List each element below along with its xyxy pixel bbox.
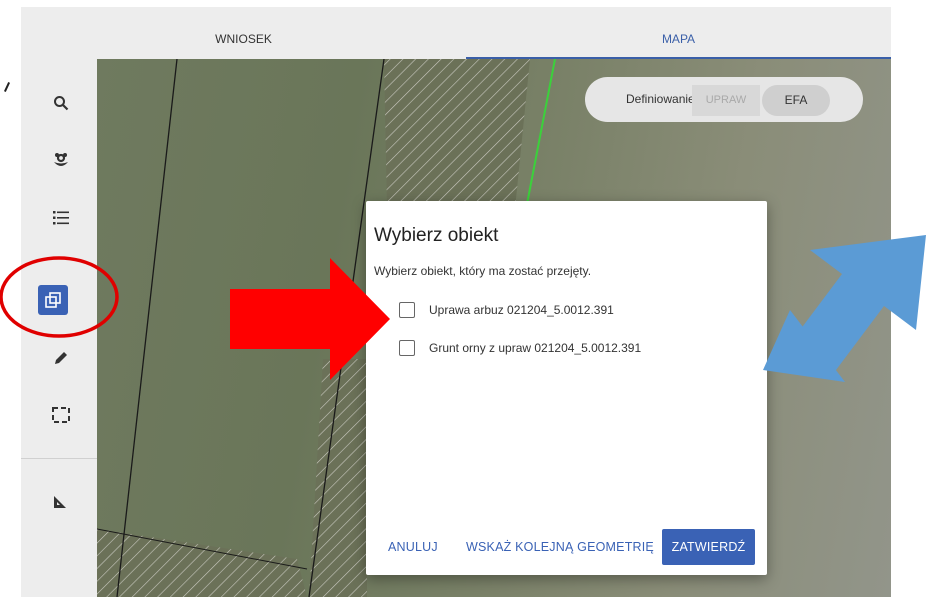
dialog-description: Wybierz obiekt, który ma zostać przejęty… [374, 264, 592, 278]
select-object-dialog [366, 201, 767, 575]
mode-upraw-button[interactable]: UPRAW [692, 85, 760, 116]
toolbar-divider [21, 458, 97, 459]
hatched-parcel-lower [309, 359, 367, 597]
edit-tool[interactable] [41, 340, 81, 376]
tab-bar: WNIOSEK MAPA [21, 7, 891, 59]
select-area-tool[interactable] [41, 397, 81, 433]
search-tool[interactable] [41, 85, 81, 121]
tab-wniosek[interactable]: WNIOSEK [21, 7, 466, 59]
confirm-button[interactable]: ZATWIERDŹ [662, 529, 755, 565]
search-icon [54, 96, 69, 111]
measure-icon [54, 496, 66, 508]
dialog-title: Wybierz obiekt [374, 225, 499, 246]
copy-geometry-icon [45, 292, 61, 308]
mode-label: Definiowanie [626, 92, 695, 106]
select-area-icon [52, 407, 70, 423]
stray-mark [3, 82, 11, 92]
cancel-button[interactable]: ANULUJ [388, 540, 438, 554]
tab-mapa[interactable]: MAPA [466, 7, 891, 59]
checkbox[interactable] [399, 302, 415, 318]
list-icon [53, 211, 69, 225]
pencil-icon [55, 352, 67, 364]
option-label: Grunt orny z upraw 021204_5.0012.391 [429, 341, 642, 355]
measure-tool[interactable] [41, 483, 81, 519]
plant-tool[interactable] [41, 143, 81, 179]
hatched-parcel [384, 59, 530, 209]
next-geometry-button[interactable]: WSKAŻ KOLEJNĄ GEOMETRIĘ [466, 540, 654, 554]
option-label: Uprawa arbuz 021204_5.0012.391 [429, 303, 614, 317]
layers-list-tool[interactable] [41, 200, 81, 236]
checkbox[interactable] [399, 340, 415, 356]
mode-efa-button[interactable]: EFA [762, 85, 830, 116]
option-item[interactable]: Grunt orny z upraw 021204_5.0012.391 [399, 339, 641, 357]
copy-geometry-button[interactable] [38, 285, 68, 315]
plant-icon [54, 153, 68, 166]
option-item[interactable]: Uprawa arbuz 021204_5.0012.391 [399, 301, 614, 319]
